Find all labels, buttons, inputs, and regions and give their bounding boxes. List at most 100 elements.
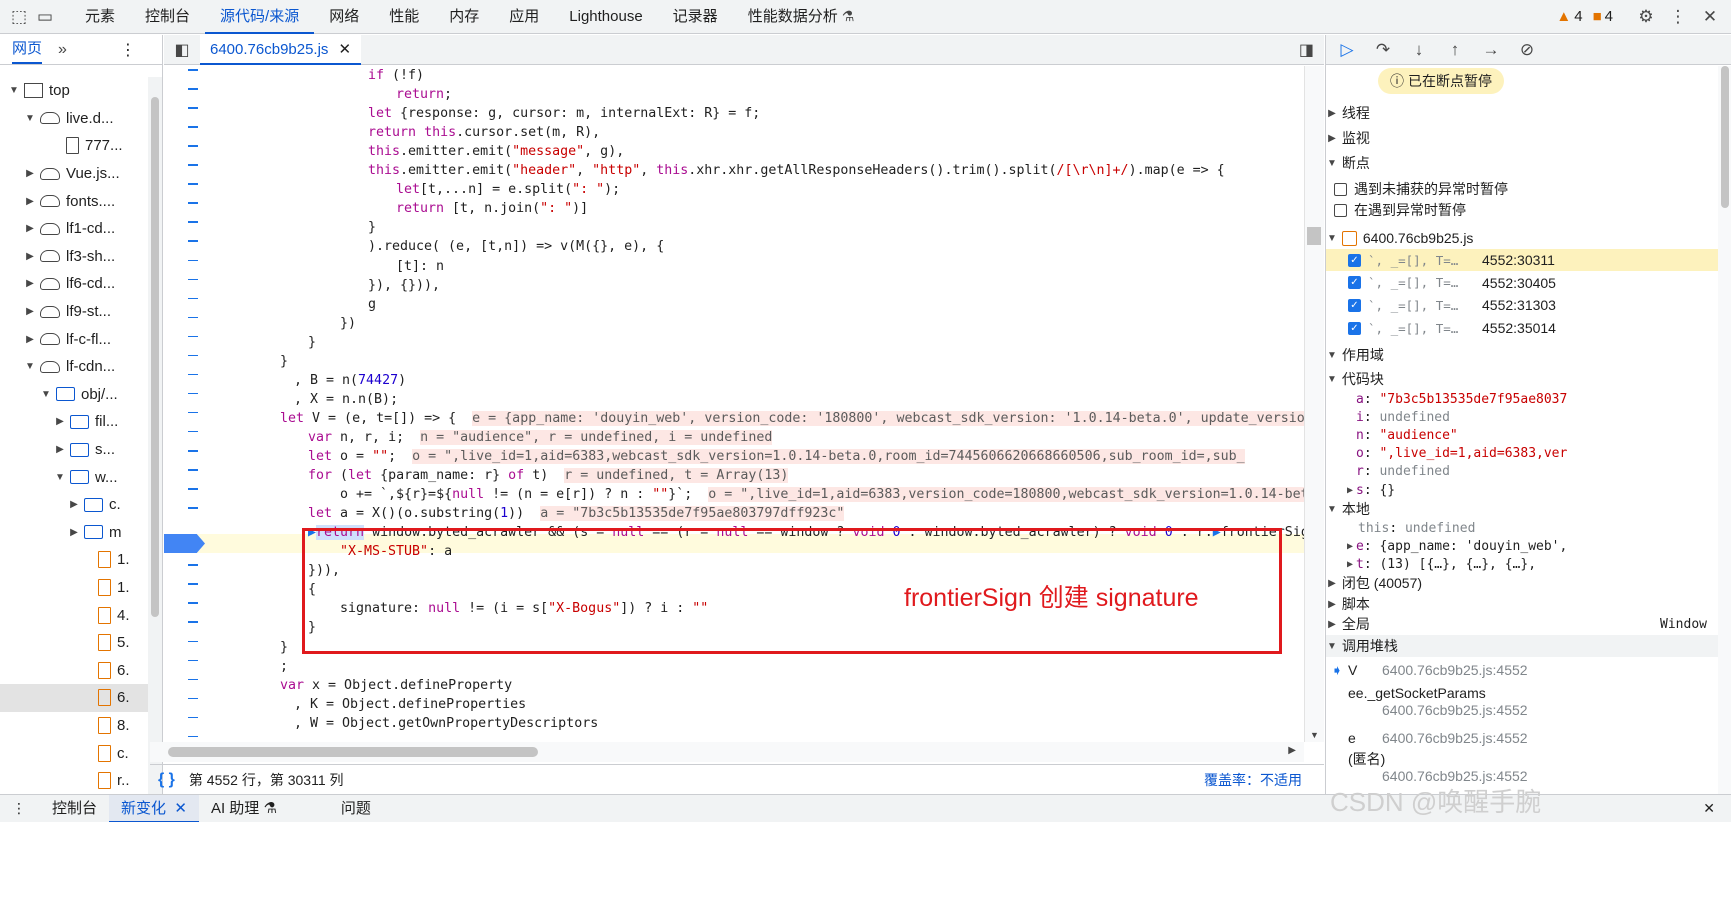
line-marker[interactable]: [188, 126, 198, 128]
navigator-menu-icon[interactable]: ⋮: [120, 40, 136, 60]
navigator-item[interactable]: 8.: [0, 712, 148, 740]
line-marker[interactable]: [188, 354, 198, 357]
code-line[interactable]: let V = (e, t=[]) => { e = {app_name: 'd…: [280, 409, 1304, 428]
execution-marker[interactable]: [164, 534, 205, 553]
checkbox-checked[interactable]: ✓: [1348, 276, 1361, 290]
checkbox[interactable]: [1334, 203, 1347, 217]
code-line[interactable]: o += `,${r}=${null != (n = e[r]) ? n : "…: [340, 485, 1304, 504]
pretty-print-icon[interactable]: { }: [158, 771, 175, 789]
line-marker[interactable]: [188, 621, 198, 623]
code-line[interactable]: return this.cursor.set(m, R),: [368, 123, 600, 142]
expand-arrow-icon[interactable]: ▼: [8, 85, 20, 96]
line-marker[interactable]: [188, 507, 198, 509]
drawer-tab-ai[interactable]: AI 助理 ⚗: [199, 795, 289, 823]
code-line[interactable]: }: [280, 352, 288, 371]
line-marker[interactable]: [188, 640, 198, 642]
code-line[interactable]: , W = Object.getOwnPropertyDescriptors: [294, 714, 598, 733]
navigator-item[interactable]: ▶ lf9-st...: [0, 298, 148, 326]
line-marker[interactable]: [188, 335, 198, 338]
breakpoint-item[interactable]: ✓ `, _=[], T=… 4552:31303: [1326, 294, 1719, 316]
line-marker[interactable]: [188, 316, 198, 319]
expand-arrow-icon[interactable]: ▶: [54, 416, 66, 427]
line-marker[interactable]: [188, 88, 198, 90]
drawer-tab-console[interactable]: 控制台: [40, 795, 109, 823]
navigator-item[interactable]: ▼ obj/...: [0, 381, 148, 409]
tab-elements[interactable]: 元素: [70, 0, 130, 34]
drawer-tab-whatsnew[interactable]: 新变化 ✕: [109, 794, 199, 823]
more-tabs-icon[interactable]: »: [58, 41, 67, 59]
navigator-item[interactable]: 6.: [0, 684, 148, 712]
expand-arrow-icon[interactable]: ▼: [24, 361, 36, 372]
line-marker[interactable]: [188, 164, 198, 166]
scroll-thumb[interactable]: [1721, 66, 1729, 208]
code-line[interactable]: ;: [280, 657, 288, 676]
navigator-item[interactable]: 777...: [0, 132, 148, 160]
line-marker[interactable]: [188, 430, 198, 433]
drawer-tab-issues[interactable]: 问题: [329, 795, 383, 823]
code-line[interactable]: g: [368, 295, 376, 314]
expand-arrow-icon[interactable]: ▶: [24, 251, 36, 262]
code-line[interactable]: this.emitter.emit("header", "http", this…: [368, 161, 1225, 180]
code-line[interactable]: ).reduce( (e, [t,n]) => v(M({}, e), {: [368, 237, 664, 256]
expand-arrow-icon[interactable]: ▶: [24, 168, 36, 179]
more-icon[interactable]: ⋮: [1665, 4, 1691, 30]
line-marker[interactable]: [188, 469, 198, 471]
scroll-down-arrow-icon[interactable]: ▼: [1310, 730, 1319, 740]
code-line[interactable]: }: [280, 638, 288, 657]
file-tab[interactable]: 6400.76cb9b25.js ✕: [200, 34, 362, 65]
step-icon[interactable]: →: [1480, 39, 1502, 61]
checkbox-checked[interactable]: ✓: [1348, 253, 1361, 267]
line-marker[interactable]: [188, 659, 198, 662]
line-marker[interactable]: [188, 183, 198, 185]
close-drawer-icon[interactable]: ✕: [1703, 800, 1715, 817]
navigator-item[interactable]: ▼ lf-cdn...: [0, 353, 148, 381]
deactivate-breakpoints-icon[interactable]: ⊘: [1516, 39, 1538, 61]
navigator-item[interactable]: ▶ Vue.js...: [0, 160, 148, 188]
code-line[interactable]: if (!f): [368, 66, 424, 85]
step-into-icon[interactable]: ↓: [1408, 39, 1430, 61]
line-marker[interactable]: [188, 202, 198, 204]
line-marker[interactable]: [188, 297, 198, 300]
breakpoint-item[interactable]: ✓ `, _=[], T=… 4552:30311: [1326, 249, 1719, 271]
tab-page[interactable]: 网页: [12, 36, 43, 64]
tab-sources[interactable]: 源代码/来源: [205, 0, 315, 34]
navigator-item[interactable]: ▼ w...: [0, 463, 148, 491]
pause-caught-checkbox[interactable]: 在遇到异常时暂停: [1326, 199, 1719, 221]
expand-arrow-icon[interactable]: ▼: [24, 113, 36, 124]
line-marker[interactable]: [188, 488, 198, 490]
navigator-item[interactable]: ▶ c.: [0, 491, 148, 519]
settings-icon[interactable]: ⚙: [1633, 4, 1659, 30]
breakpoint-file[interactable]: ▼ 6400.76cb9b25.js: [1326, 227, 1719, 249]
expand-arrow-icon[interactable]: ▶: [24, 223, 36, 234]
checkbox-checked[interactable]: ✓: [1348, 298, 1361, 312]
expand-arrow-icon[interactable]: ▶: [24, 278, 36, 289]
code-line[interactable]: let a = X()(o.substring(1)) a = "7b3c5b1…: [308, 504, 845, 523]
navigator-item[interactable]: 1.: [0, 574, 148, 602]
callstack-frame[interactable]: ee._getSocketParams 6400.76cb9b25.js:4552: [1326, 685, 1719, 719]
close-icon[interactable]: ✕: [1697, 4, 1723, 30]
scope-block[interactable]: ▼ 代码块: [1326, 368, 1719, 390]
navigator-item[interactable]: ▶ fonts....: [0, 187, 148, 215]
navigator-item[interactable]: ▶ m: [0, 519, 148, 547]
line-marker[interactable]: [188, 278, 198, 281]
scope-closure[interactable]: ▶ 闭包 (40057): [1326, 572, 1719, 594]
scope-global[interactable]: ▶ 全局 Window: [1326, 613, 1719, 635]
step-over-icon[interactable]: ↷: [1372, 39, 1394, 61]
expand-arrow-icon[interactable]: ▶: [24, 196, 36, 207]
expand-arrow-icon[interactable]: ▶: [68, 527, 80, 538]
code-line[interactable]: , B = n(74427): [294, 371, 406, 390]
close-icon[interactable]: ✕: [174, 800, 187, 817]
section-scope[interactable]: ▼ 作用域: [1326, 344, 1719, 366]
navigator-item[interactable]: ▶ lf6-cd...: [0, 270, 148, 298]
tab-network[interactable]: 网络: [314, 0, 374, 34]
line-marker[interactable]: [188, 392, 198, 395]
line-marker[interactable]: [188, 69, 198, 71]
scroll-right-arrow-icon[interactable]: ▶: [1288, 745, 1296, 756]
line-marker[interactable]: [188, 373, 198, 376]
editor-horizontal-scrollbar[interactable]: ▶: [150, 742, 1304, 762]
line-marker[interactable]: [188, 716, 198, 719]
sidebar-scrollbar[interactable]: [1718, 66, 1731, 841]
scope-script[interactable]: ▶ 脚本: [1326, 593, 1719, 615]
section-threads[interactable]: ▶ 线程: [1326, 102, 1719, 124]
tab-performance[interactable]: 性能: [374, 0, 434, 34]
